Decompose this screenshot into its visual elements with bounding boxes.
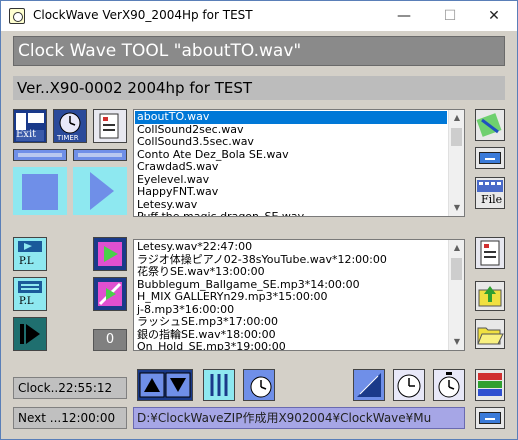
color-bars-icon	[478, 373, 502, 396]
scroll-thumb[interactable]	[451, 258, 462, 280]
list-item[interactable]: Eyelevel.wav	[135, 174, 447, 187]
timer-label: TIMER	[57, 134, 79, 142]
stop-button[interactable]	[13, 167, 67, 215]
list-item[interactable]: 銀の指輪SE.wav*18:00:00	[135, 329, 447, 342]
minus-button-bottom[interactable]	[475, 407, 505, 429]
schedule-list[interactable]: Letesy.wav*22:47:00 ラジオ体操ピアノ02-38sYouTube…	[133, 239, 465, 351]
pl-label-2: P.L	[19, 296, 34, 307]
list-item[interactable]: Letesy.wav	[135, 199, 447, 212]
sort-icon	[204, 370, 234, 400]
list-item[interactable]: Letesy.wav*22:47:00	[135, 241, 447, 254]
playlist-button-1[interactable]: P.L	[13, 237, 47, 271]
list-item[interactable]: CollSound2sec.wav	[135, 124, 447, 137]
clock-display: Clock..22:55:12	[13, 377, 127, 399]
schedule-list-scrollbar[interactable]: ▲ ▼	[448, 240, 464, 350]
minus-icon	[479, 152, 501, 164]
minus-icon	[479, 412, 501, 424]
skip-button[interactable]	[13, 317, 47, 351]
upload-button[interactable]	[475, 281, 505, 311]
stopwatch-icon	[434, 370, 464, 400]
tool-title-bar: Clock Wave TOOL "aboutTO.wav"	[13, 36, 505, 66]
maximize-button[interactable]: ☐	[427, 1, 473, 31]
alarm-clock-icon	[394, 370, 424, 400]
schedule-play-button[interactable]	[93, 237, 127, 271]
panel-button[interactable]	[475, 237, 505, 269]
app-window: ClockWave VerX90_2004Hp for TEST — ☐ ✕ C…	[0, 0, 518, 440]
scroll-thumb[interactable]	[451, 128, 462, 146]
timer-icon	[244, 370, 274, 400]
clock-setting-button[interactable]	[353, 369, 385, 401]
list-item[interactable]: aboutTO.wav	[135, 111, 447, 124]
volume-bar-left[interactable]	[13, 149, 67, 161]
panel-icon	[480, 240, 500, 266]
edit-button[interactable]	[475, 109, 505, 141]
wav-file-list[interactable]: aboutTO.wav CollSound2sec.wav CollSound3.5…	[133, 109, 465, 217]
up-down-arrows-icon	[139, 372, 191, 398]
keyboard-icon	[477, 180, 503, 192]
folder-open-icon	[477, 327, 504, 345]
list-item[interactable]: Conto Ate Dez_Bola SE.wav	[135, 149, 447, 162]
clock-setting-icon	[354, 370, 384, 400]
wav-list-scrollbar[interactable]: ▲ ▼	[448, 110, 464, 216]
window-title: ClockWave VerX90_2004Hp for TEST	[33, 8, 253, 22]
skip-forward-icon	[14, 318, 46, 350]
list-item[interactable]: ラッシュSE.mp3*17:00:00	[135, 316, 447, 329]
stop-icon	[22, 174, 58, 210]
exit-label: Exit	[16, 129, 37, 140]
version-bar: Ver..X90-0002 2004hp for TEST	[13, 76, 505, 100]
volume-bar-right[interactable]	[73, 149, 127, 161]
close-button[interactable]: ✕	[471, 1, 517, 31]
timer-button[interactable]: TIMER	[53, 109, 87, 143]
scroll-up-icon[interactable]: ▲	[449, 110, 464, 126]
next-time-display: Next ...12:00:00	[13, 407, 127, 429]
list-item[interactable]: CrawdadS.wav	[135, 161, 447, 174]
scroll-up-icon[interactable]: ▲	[449, 240, 464, 256]
open-folder-button[interactable]	[475, 319, 505, 349]
pencil-note-icon	[476, 113, 502, 137]
minus-button-top[interactable]	[475, 147, 505, 169]
play-icon	[90, 172, 114, 210]
list-item[interactable]: CollSound3.5sec.wav	[135, 136, 447, 149]
file-button[interactable]: File	[475, 177, 505, 209]
scroll-down-icon[interactable]: ▼	[449, 334, 464, 350]
pl-label-1: P.L	[19, 256, 34, 267]
list-item[interactable]: On_Hold_SE.mp3*19:00:00	[135, 341, 447, 350]
list-item[interactable]: 花祭りSE.wav*13:00:00	[135, 266, 447, 279]
alarm-button[interactable]	[393, 369, 425, 401]
panel-icon	[99, 113, 119, 139]
sort-button[interactable]	[203, 369, 235, 401]
file-label: File	[481, 193, 503, 206]
list-item[interactable]: ラジオ体操ピアノ02-38sYouTube.wav*12:00:00	[135, 254, 447, 267]
list-item[interactable]: Bubblegum_Ballgame_SE.mp3*14:00:00	[135, 279, 447, 292]
list-item[interactable]: H_MIX GALLERYn29.mp3*15:00:00	[135, 291, 447, 304]
schedule-edit-button[interactable]	[93, 277, 127, 311]
folder-up-icon	[478, 286, 502, 307]
schedule-play-icon	[94, 238, 126, 270]
title-bar[interactable]: ClockWave VerX90_2004Hp for TEST — ☐ ✕	[1, 1, 517, 31]
stopwatch-button[interactable]	[433, 369, 465, 401]
list-item[interactable]: j-8.mp3*16:00:00	[135, 304, 447, 317]
count-display: 0	[93, 329, 127, 351]
client-area: Clock Wave TOOL "aboutTO.wav" Ver..X90-0…	[5, 31, 513, 437]
play-button[interactable]	[73, 167, 127, 215]
color-button[interactable]	[475, 369, 505, 401]
scroll-down-icon[interactable]: ▼	[449, 200, 464, 216]
playlist-button-2[interactable]: P.L	[13, 277, 47, 311]
exit-button[interactable]: Exit	[13, 109, 47, 143]
list-item[interactable]: Puff the magic dragon_SE.wav	[135, 211, 447, 216]
settings-button[interactable]	[93, 109, 127, 143]
clock-app-icon	[9, 8, 25, 24]
minimize-button[interactable]: —	[381, 1, 427, 31]
folder-path-field[interactable]: D:¥ClockWaveZIP作成用X902004¥ClockWave¥Mu	[133, 407, 465, 429]
list-item[interactable]: HappyFNT.wav	[135, 186, 447, 199]
schedule-timer-button[interactable]	[243, 369, 275, 401]
schedule-edit-icon	[94, 278, 126, 310]
move-up-down-button[interactable]	[137, 369, 193, 401]
